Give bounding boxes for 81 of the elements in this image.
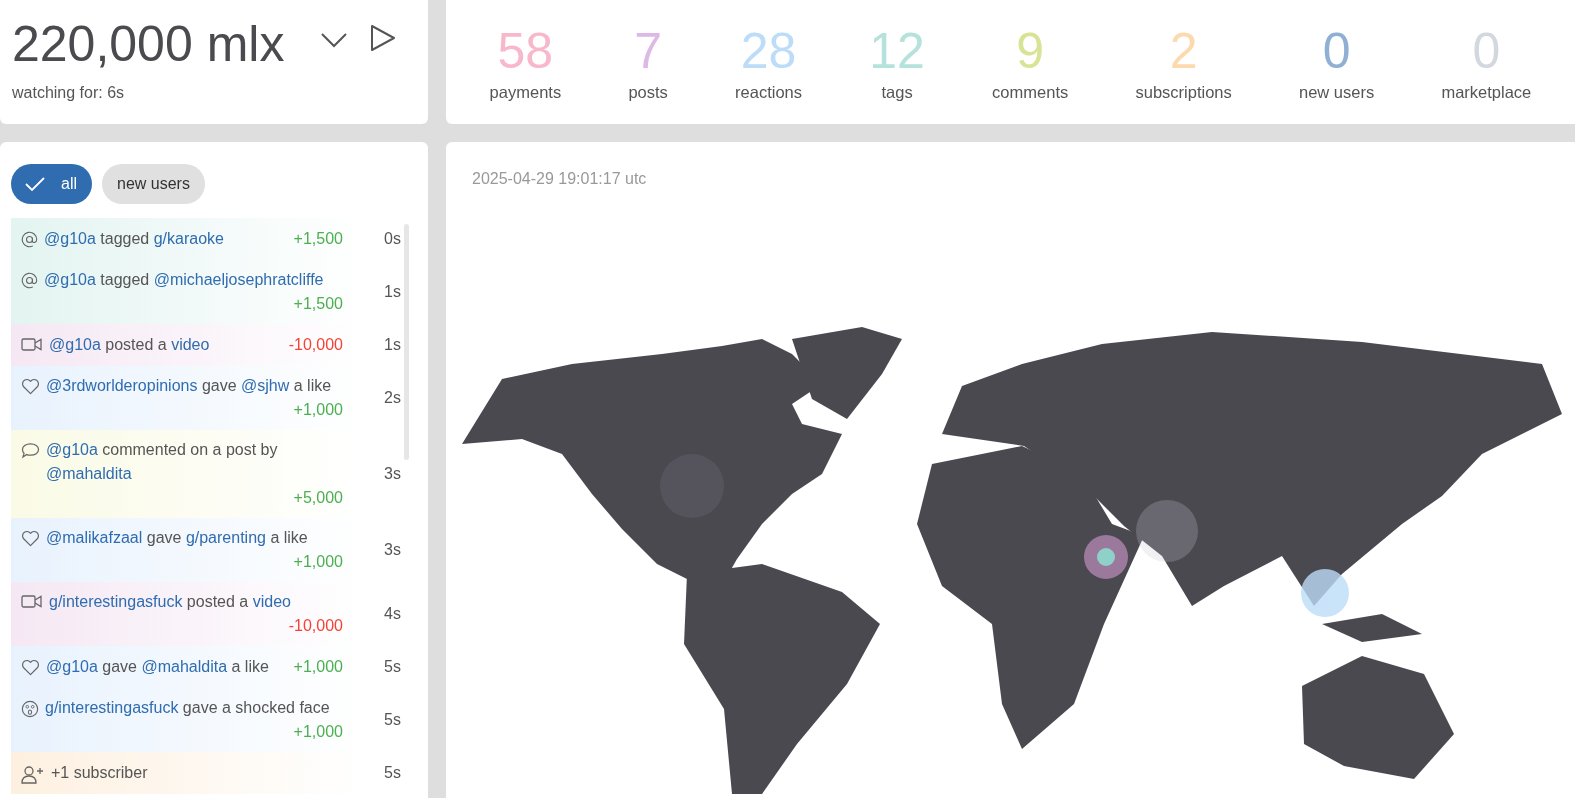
points-change: +1,000 bbox=[292, 400, 343, 420]
stat-label: tags bbox=[881, 82, 913, 102]
profile-link[interactable]: @g10a bbox=[46, 658, 98, 675]
stat-label: comments bbox=[992, 82, 1069, 102]
points-change: +5,000 bbox=[292, 488, 343, 508]
profile-link[interactable]: g/parenting bbox=[185, 529, 266, 546]
video-camera-icon bbox=[21, 337, 43, 352]
stat-label: reactions bbox=[735, 82, 802, 102]
points-change: +1,000 bbox=[292, 722, 343, 742]
points-change: +1,500 bbox=[292, 294, 343, 314]
video-camera-icon bbox=[21, 594, 43, 609]
check-icon bbox=[25, 177, 45, 191]
play-icon[interactable] bbox=[370, 24, 397, 52]
profile-link[interactable]: @sjhw bbox=[241, 377, 290, 394]
stat-label: marketplace bbox=[1441, 82, 1532, 102]
profile-link[interactable]: @g10a bbox=[46, 441, 98, 458]
profile-link[interactable]: @g10a bbox=[44, 230, 96, 247]
stat-label: payments bbox=[489, 82, 562, 102]
heart-icon bbox=[21, 659, 40, 676]
stat-label: new users bbox=[1299, 82, 1375, 102]
activity-text: @g10a posted a video bbox=[49, 335, 210, 355]
stat-label: posts bbox=[628, 82, 668, 102]
elapsed-time: 1s bbox=[384, 283, 401, 301]
profile-link[interactable]: @g10a bbox=[49, 336, 101, 353]
activity-text: @g10a tagged @michaeljosephratcliffe bbox=[44, 270, 324, 290]
shocked-face-icon bbox=[21, 700, 39, 718]
stat-count: 7 bbox=[634, 22, 662, 79]
watching-duration: watching for: 6s bbox=[12, 84, 126, 102]
profile-link[interactable]: video bbox=[252, 593, 291, 610]
activity-text: @malikafzaal gave g/parenting a like bbox=[46, 528, 308, 548]
elapsed-time: 5s bbox=[384, 764, 401, 782]
points-change: +1,000 bbox=[292, 552, 343, 572]
points-change: +1,000 bbox=[292, 657, 343, 677]
stat-count: 9 bbox=[1016, 22, 1045, 79]
elapsed-time: 5s bbox=[384, 658, 401, 676]
profile-link[interactable]: @malikafzaal bbox=[46, 529, 143, 546]
profile-link[interactable]: g/karaoke bbox=[153, 230, 224, 247]
activity-text: @g10a gave @mahaldita a like bbox=[46, 657, 269, 677]
elapsed-time: 1s bbox=[384, 336, 401, 354]
points-change: +1,500 bbox=[292, 229, 343, 249]
activity-text: @g10a commented on a post by @mahaldita bbox=[46, 440, 279, 484]
activity-text: g/interestingasfuck gave a shocked face bbox=[45, 698, 330, 718]
stat-count: 2 bbox=[1169, 22, 1198, 79]
elapsed-time: 4s bbox=[384, 605, 401, 623]
profile-link[interactable]: @3rdworlderopinions bbox=[46, 377, 198, 394]
profile-link[interactable]: g/interestingasfuck bbox=[45, 699, 179, 716]
stat-count: 58 bbox=[497, 22, 554, 79]
points-change: -10,000 bbox=[287, 335, 343, 355]
profile-link[interactable]: @mahaldita bbox=[46, 465, 132, 482]
scrollbar[interactable] bbox=[404, 224, 409, 460]
elapsed-time: 2s bbox=[384, 389, 401, 407]
balance-amount: 220,000 mlx bbox=[12, 15, 285, 74]
points-change: -10,000 bbox=[287, 616, 343, 636]
elapsed-time: 0s bbox=[384, 230, 401, 248]
elapsed-time: 5s bbox=[384, 711, 401, 729]
stat-count: 28 bbox=[740, 22, 797, 79]
filter-chip[interactable]: new users bbox=[102, 164, 205, 204]
activity-text: @3rdworlderopinions gave @sjhw a like bbox=[46, 376, 332, 396]
activity-marker bbox=[1301, 569, 1349, 617]
speech-bubble-icon bbox=[21, 442, 40, 459]
stat-label: subscriptions bbox=[1135, 82, 1232, 102]
profile-link[interactable]: @mahaldita bbox=[141, 658, 228, 675]
profile-link[interactable]: video bbox=[171, 336, 210, 353]
map-timestamp: 2025-04-29 19:01:17 utc bbox=[472, 170, 647, 187]
profile-link[interactable]: @g10a bbox=[44, 271, 96, 288]
at-sign-icon bbox=[21, 272, 38, 289]
stat-count: 0 bbox=[1322, 22, 1351, 79]
filter-chip[interactable]: all bbox=[11, 164, 92, 204]
heart-icon bbox=[21, 378, 40, 395]
profile-link[interactable]: g/interestingasfuck bbox=[49, 593, 183, 610]
activity-text: @g10a tagged g/karaoke bbox=[44, 229, 224, 249]
add-user-icon bbox=[21, 765, 45, 784]
profile-link[interactable]: @michaeljosephratcliffe bbox=[153, 271, 324, 288]
elapsed-time: 3s bbox=[384, 465, 401, 483]
heart-icon bbox=[21, 530, 40, 547]
stat-count: 12 bbox=[869, 22, 925, 79]
at-sign-icon bbox=[21, 231, 38, 248]
activity-text: +1 subscriber bbox=[51, 763, 148, 783]
elapsed-time: 3s bbox=[384, 541, 401, 559]
chevron-down-icon[interactable] bbox=[320, 32, 349, 48]
activity-text: g/interestingasfuck posted a video bbox=[49, 592, 291, 612]
